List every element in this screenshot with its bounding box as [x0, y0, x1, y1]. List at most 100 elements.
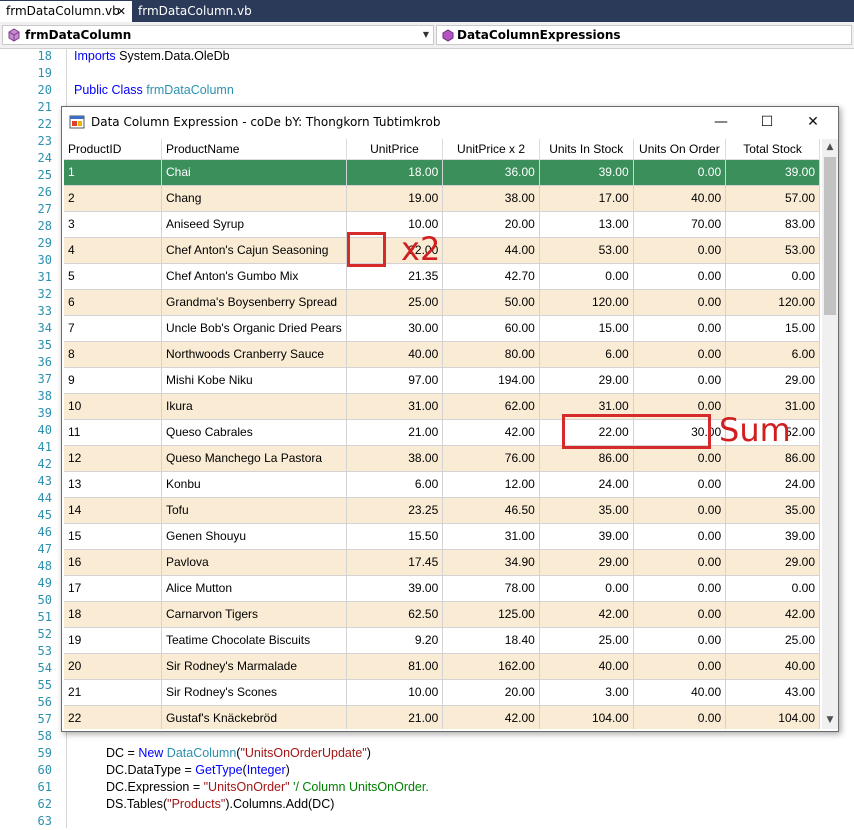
table-cell[interactable]: 7 — [64, 315, 162, 342]
scroll-down-icon[interactable]: ▼ — [822, 712, 838, 729]
class-dropdown[interactable]: frmDataColumn ▼ — [2, 25, 434, 45]
member-dropdown[interactable]: DataColumnExpressions — [436, 25, 852, 45]
table-cell[interactable]: 2 — [64, 185, 162, 212]
table-row[interactable]: 1 Chai 18.00 36.00 39.00 0.00 39.00 — [64, 159, 820, 186]
table-cell[interactable]: 5 — [64, 263, 162, 290]
table-cell[interactable]: 15 — [64, 523, 162, 550]
table-cell[interactable]: 17.00 — [539, 185, 634, 212]
close-icon[interactable]: ✕ — [117, 1, 126, 22]
table-cell[interactable]: 0.00 — [633, 549, 727, 576]
table-cell[interactable]: 125.00 — [442, 601, 540, 628]
table-cell[interactable]: 12.00 — [442, 471, 540, 498]
table-cell[interactable]: 0.00 — [633, 575, 727, 602]
table-cell[interactable]: 42.00 — [442, 419, 540, 446]
table-cell[interactable]: 57.00 — [725, 185, 820, 212]
table-cell[interactable]: 31.00 — [346, 393, 444, 420]
table-cell[interactable]: 8 — [64, 341, 162, 368]
table-cell[interactable]: 24.00 — [539, 471, 634, 498]
code-line-20[interactable]: Public Class frmDataColumn — [74, 82, 234, 99]
table-cell[interactable]: 162.00 — [442, 653, 540, 680]
table-cell[interactable]: 29.00 — [725, 367, 820, 394]
table-cell[interactable]: Chang — [161, 185, 347, 212]
table-cell[interactable]: 46.50 — [442, 497, 540, 524]
table-cell[interactable]: 12 — [64, 445, 162, 472]
table-cell[interactable]: 0.00 — [725, 263, 820, 290]
column-header[interactable]: UnitPrice — [346, 139, 444, 160]
table-cell[interactable]: Chef Anton's Cajun Seasoning — [161, 237, 347, 264]
table-cell[interactable]: 18 — [64, 601, 162, 628]
table-cell[interactable]: 30.00 — [346, 315, 444, 342]
table-cell[interactable]: Northwoods Cranberry Sauce — [161, 341, 347, 368]
table-cell[interactable]: 18.40 — [442, 627, 540, 654]
table-cell[interactable]: 39.00 — [539, 523, 634, 550]
table-cell[interactable]: 19 — [64, 627, 162, 654]
table-cell[interactable]: 76.00 — [442, 445, 540, 472]
table-cell[interactable]: Mishi Kobe Niku — [161, 367, 347, 394]
table-cell[interactable]: 0.00 — [633, 289, 727, 316]
table-cell[interactable]: Sir Rodney's Marmalade — [161, 653, 347, 680]
table-cell[interactable]: 36.00 — [442, 159, 540, 186]
table-cell[interactable]: 42.70 — [442, 263, 540, 290]
column-header[interactable]: Units On Order — [633, 139, 727, 160]
table-cell[interactable]: 39.00 — [539, 159, 634, 186]
table-cell[interactable]: 0.00 — [633, 263, 727, 290]
table-cell[interactable]: 43.00 — [725, 679, 820, 706]
table-cell[interactable]: Carnarvon Tigers — [161, 601, 347, 628]
table-cell[interactable]: Gustaf's Knäckebröd — [161, 705, 347, 729]
table-cell[interactable]: 11 — [64, 419, 162, 446]
table-cell[interactable]: 20.00 — [442, 679, 540, 706]
table-cell[interactable]: 0.00 — [633, 523, 727, 550]
table-cell[interactable]: 40.00 — [725, 653, 820, 680]
table-cell[interactable]: 35.00 — [725, 497, 820, 524]
table-cell[interactable]: 70.00 — [633, 211, 727, 238]
table-cell[interactable]: 10 — [64, 393, 162, 420]
table-cell[interactable]: 0.00 — [725, 575, 820, 602]
table-cell[interactable]: 120.00 — [725, 289, 820, 316]
table-row[interactable]: 19 Teatime Chocolate Biscuits 9.20 18.40 25.… — [64, 627, 820, 654]
table-cell[interactable]: 22 — [64, 705, 162, 729]
table-cell[interactable]: 20.00 — [442, 211, 540, 238]
column-header[interactable]: UnitPrice x 2 — [442, 139, 540, 160]
code-line-59[interactable]: DC = New DataColumn("UnitsOnOrderUpdate"… — [106, 745, 371, 762]
table-cell[interactable]: 42.00 — [725, 601, 820, 628]
table-cell[interactable]: 17.45 — [346, 549, 444, 576]
table-row[interactable]: 21 Sir Rodney's Scones 10.00 20.00 3.00 40.00… — [64, 679, 820, 706]
code-line-60[interactable]: DC.DataType = GetType(Integer) — [106, 762, 290, 779]
table-cell[interactable]: Alice Mutton — [161, 575, 347, 602]
table-cell[interactable]: 62.00 — [442, 393, 540, 420]
table-cell[interactable]: 62.50 — [346, 601, 444, 628]
table-cell[interactable]: Chai — [161, 159, 347, 186]
table-cell[interactable]: 16 — [64, 549, 162, 576]
table-cell[interactable]: 0.00 — [633, 367, 727, 394]
table-cell[interactable]: 0.00 — [633, 705, 727, 729]
table-cell[interactable]: Aniseed Syrup — [161, 211, 347, 238]
table-cell[interactable]: 25.00 — [346, 289, 444, 316]
table-cell[interactable]: 15.00 — [725, 315, 820, 342]
table-cell[interactable]: 60.00 — [442, 315, 540, 342]
table-cell[interactable]: Queso Cabrales — [161, 419, 347, 446]
minimize-button[interactable]: — — [698, 107, 744, 137]
table-cell[interactable]: 3 — [64, 211, 162, 238]
table-cell[interactable]: 15.00 — [539, 315, 634, 342]
table-cell[interactable]: 39.00 — [346, 575, 444, 602]
table-cell[interactable]: 42.00 — [442, 705, 540, 729]
table-cell[interactable]: Grandma's Boysenberry Spread — [161, 289, 347, 316]
table-cell[interactable]: 21.00 — [346, 705, 444, 729]
table-cell[interactable]: 39.00 — [725, 159, 820, 186]
table-cell[interactable]: Sir Rodney's Scones — [161, 679, 347, 706]
table-cell[interactable]: 6.00 — [346, 471, 444, 498]
table-cell[interactable]: 44.00 — [442, 237, 540, 264]
table-row[interactable]: 6 Grandma's Boysenberry Spread 25.00 50.00 1… — [64, 289, 820, 316]
table-cell[interactable]: Teatime Chocolate Biscuits — [161, 627, 347, 654]
code-line-18[interactable]: Imports System.Data.OleDb — [74, 48, 230, 65]
table-cell[interactable]: 53.00 — [725, 237, 820, 264]
column-header[interactable]: ProductName — [161, 139, 347, 160]
table-cell[interactable]: 120.00 — [539, 289, 634, 316]
table-cell[interactable]: 18.00 — [346, 159, 444, 186]
table-row[interactable]: 17 Alice Mutton 39.00 78.00 0.00 0.00 0.00 — [64, 575, 820, 602]
table-cell[interactable]: 35.00 — [539, 497, 634, 524]
table-cell[interactable]: 10.00 — [346, 679, 444, 706]
table-cell[interactable]: 24.00 — [725, 471, 820, 498]
table-cell[interactable]: 40.00 — [346, 341, 444, 368]
table-cell[interactable]: 42.00 — [539, 601, 634, 628]
